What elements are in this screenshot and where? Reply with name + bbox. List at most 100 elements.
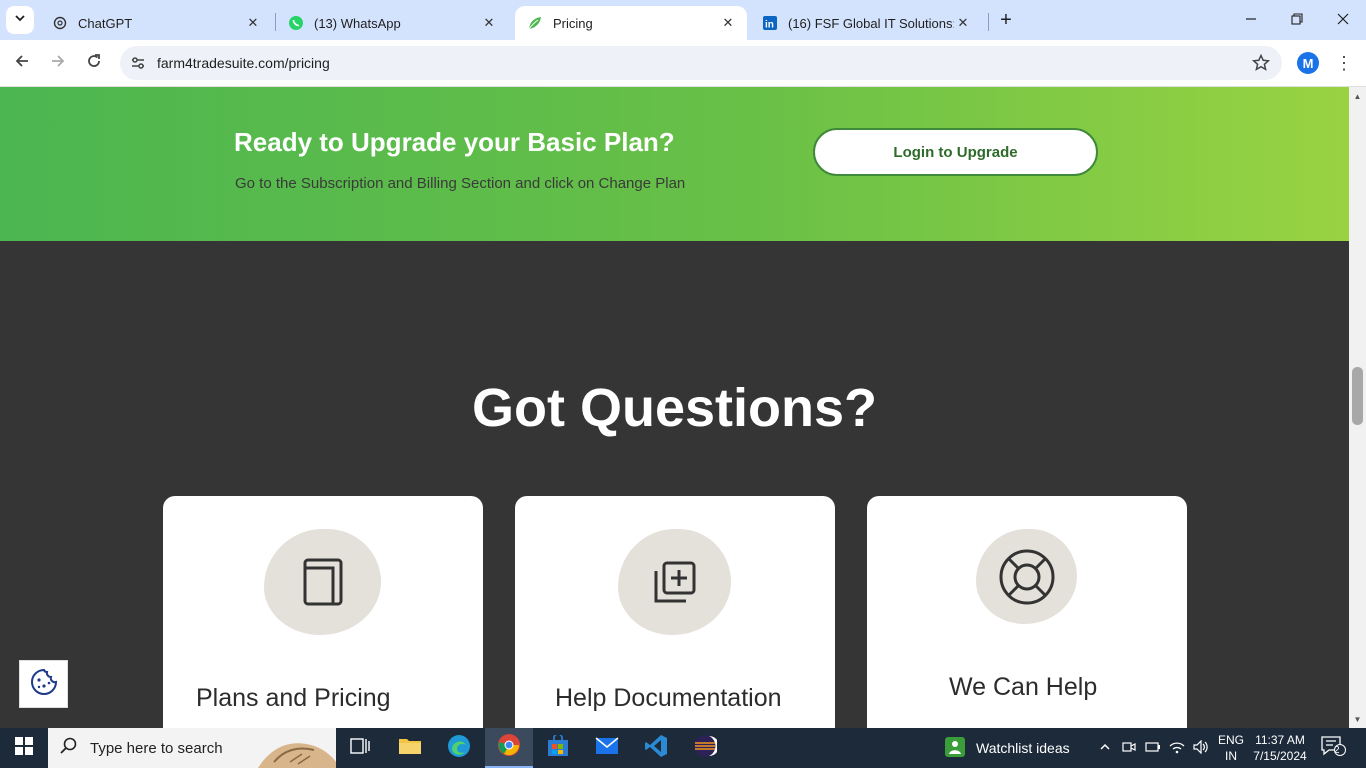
tab-separator [988,13,989,31]
tab-title: ChatGPT [78,15,133,31]
we-can-help-card[interactable]: We Can Help [867,496,1187,728]
lifebuoy-icon [976,529,1077,624]
card-title: Help Documentation [555,684,782,712]
tab-title: (13) WhatsApp [314,15,401,31]
close-tab-icon[interactable]: ✕ [480,14,498,32]
show-hidden-icons-button[interactable] [1094,728,1116,768]
mail-button[interactable] [583,728,631,768]
scroll-down-arrow-icon[interactable]: ▼ [1349,712,1366,726]
battery-icon [1145,741,1161,756]
scrollbar-thumb[interactable] [1352,367,1363,425]
address-bar[interactable]: farm4tradesuite.com/pricing [120,46,1282,80]
chrome-icon [497,733,521,762]
scroll-up-arrow-icon[interactable]: ▲ [1349,89,1366,103]
card-title: We Can Help [949,673,1098,701]
windows-taskbar: Type here to search Watchlist ideas ENG … [0,728,1366,768]
plans-pricing-card[interactable]: Plans and Pricing [163,496,483,728]
language-code: ENG [1217,733,1244,747]
close-tab-icon[interactable]: ✕ [244,14,262,32]
faq-heading: Got Questions? [472,378,877,438]
task-view-button[interactable] [336,728,384,768]
new-tab-button[interactable]: + [994,8,1018,32]
stock-widget-icon [944,736,966,761]
watchlist-widget[interactable]: Watchlist ideas [944,728,1070,768]
book-icon [264,529,381,635]
tab-chatgpt[interactable]: ChatGPT ✕ [40,6,272,40]
bookmark-star-icon[interactable] [1250,52,1272,74]
close-tab-icon[interactable]: ✕ [954,14,972,32]
cookie-icon [30,668,58,701]
menu-kebab-icon[interactable]: ⋮ [1334,50,1354,76]
chevron-up-icon [1099,741,1111,756]
windows-logo-icon [15,736,33,760]
forward-button[interactable] [43,48,73,78]
tab-title: Pricing [553,15,593,31]
folder-icon [398,736,422,761]
language-indicator[interactable]: ENG IN [1216,732,1246,764]
site-info-icon[interactable] [128,53,148,73]
login-to-upgrade-button[interactable]: Login to Upgrade [813,128,1098,176]
edge-icon [447,734,471,763]
volume-button[interactable] [1190,728,1212,768]
close-window-button[interactable] [1320,0,1366,40]
region-code: IN [1225,749,1237,763]
meet-now-button[interactable] [1118,728,1140,768]
plus-icon: + [1000,8,1012,31]
start-button[interactable] [0,728,48,768]
battery-button[interactable] [1142,728,1164,768]
widget-label: Watchlist ideas [976,740,1070,756]
chrome-button[interactable] [485,728,533,768]
tab-title: (16) FSF Global IT Solutions: My [788,15,954,31]
add-document-icon [618,529,731,635]
eclipse-button[interactable] [681,728,729,768]
tab-linkedin[interactable]: in (16) FSF Global IT Solutions: My ✕ [750,6,982,40]
banner-subtext: Go to the Subscription and Billing Secti… [235,175,686,192]
tab-strip: ChatGPT ✕ (13) WhatsApp ✕ Pricing ✕ in (… [0,0,1366,40]
file-explorer-button[interactable] [386,728,434,768]
back-button[interactable] [7,48,37,78]
notification-count: 2 [1334,745,1340,756]
leaf-icon [527,15,543,31]
wifi-button[interactable] [1166,728,1188,768]
notification-icon [1320,735,1346,762]
mail-icon [595,736,619,760]
search-icon [60,737,78,760]
tab-pricing[interactable]: Pricing ✕ [515,6,747,40]
search-highlight-image [254,732,336,768]
search-placeholder: Type here to search [90,739,223,757]
edge-browser-button[interactable] [435,728,483,768]
eclipse-icon [693,734,719,763]
help-documentation-card[interactable]: Help Documentation [515,496,835,728]
minimize-button[interactable] [1228,0,1274,40]
close-tab-icon[interactable]: ✕ [719,14,737,32]
system-clock[interactable]: 11:37 AM 7/15/2024 [1252,732,1308,764]
meet-now-icon [1122,740,1136,757]
banner-heading: Ready to Upgrade your Basic Plan? [234,127,675,157]
restore-button[interactable] [1274,0,1320,40]
restore-icon [1291,12,1303,29]
microsoft-store-button[interactable] [534,728,582,768]
chevron-down-icon [14,11,26,29]
linkedin-icon: in [762,15,778,31]
reload-icon [86,53,102,74]
minimize-icon [1245,12,1257,29]
chatgpt-icon [52,15,68,31]
speaker-icon [1193,739,1209,757]
tab-search-button[interactable] [6,6,34,34]
upgrade-banner: Ready to Upgrade your Basic Plan? Go to … [0,87,1349,241]
profile-avatar[interactable]: M [1297,52,1319,74]
wifi-icon [1169,740,1185,757]
cookie-settings-button[interactable] [19,660,68,708]
reload-button[interactable] [79,48,109,78]
store-icon [547,732,569,762]
task-view-icon [350,737,370,760]
notification-center-button[interactable]: 2 [1318,735,1348,762]
clock-date: 7/15/2024 [1253,749,1307,763]
vscode-button[interactable] [632,728,680,768]
close-icon [1337,12,1349,29]
page-scrollbar[interactable]: ▲ ▼ [1349,87,1366,728]
tab-whatsapp[interactable]: (13) WhatsApp ✕ [276,6,508,40]
whatsapp-icon [288,15,304,31]
taskbar-search-box[interactable]: Type here to search [48,728,336,768]
card-title: Plans and Pricing [196,684,391,712]
